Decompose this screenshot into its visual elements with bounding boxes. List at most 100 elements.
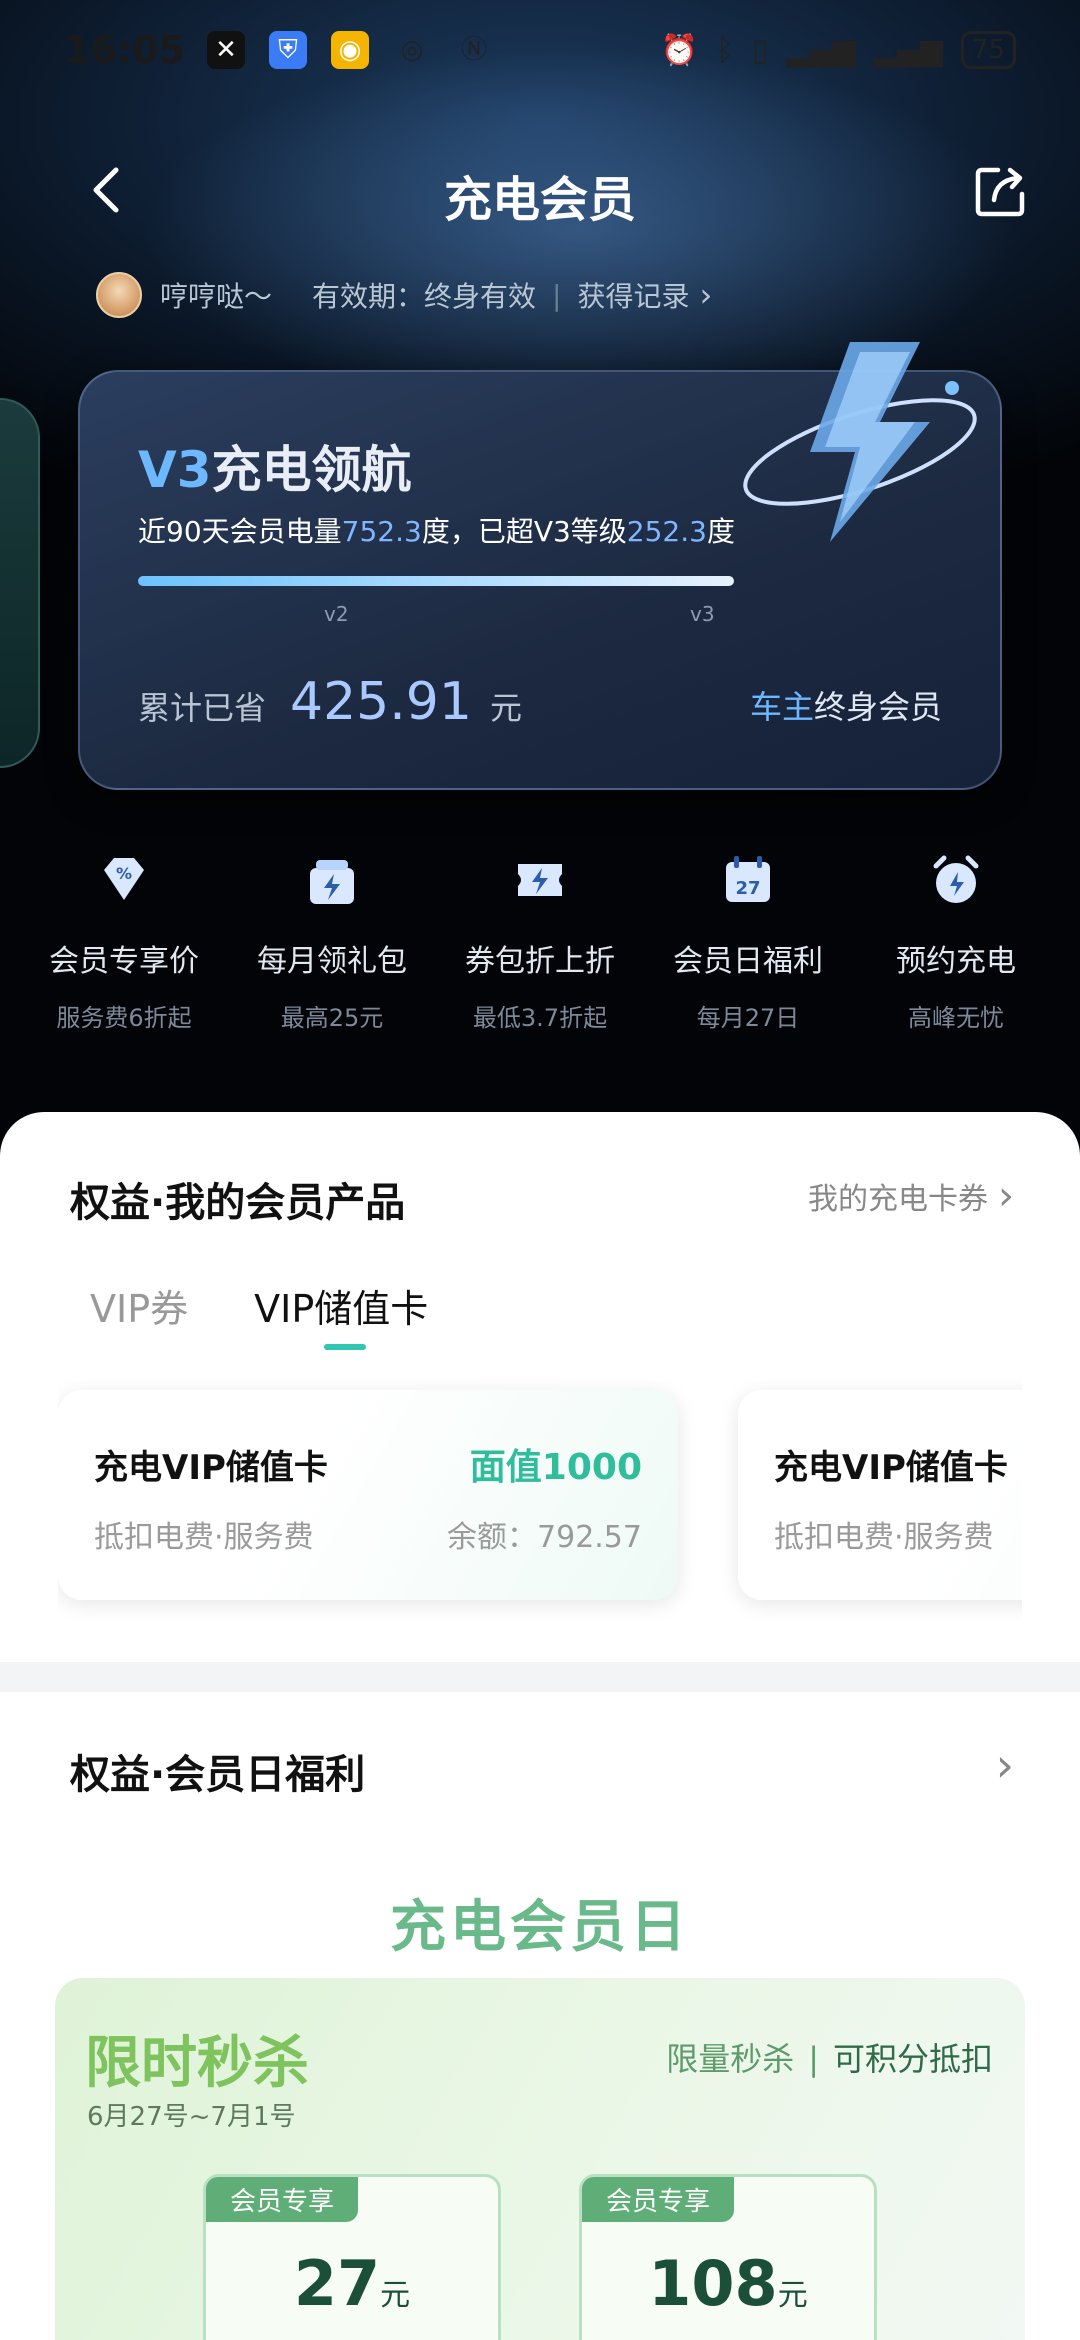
perk-reserve-charging[interactable]: 预约充电 高峰无忧 bbox=[852, 850, 1060, 1033]
battery-indicator: 75 bbox=[960, 31, 1016, 69]
flash-sale-banner[interactable]: 限时秒杀 6月27号~7月1号 限量秒杀 | 可积分抵扣 会员专享 27元 会员专享… bbox=[55, 1978, 1025, 2340]
chevron-right-icon: › bbox=[995, 1738, 1014, 1792]
level-name: 充电领航 bbox=[211, 441, 412, 499]
saved-label: 累计已省 bbox=[138, 689, 267, 727]
lightning-bolt-icon bbox=[743, 342, 977, 542]
perk-member-price[interactable]: % 会员专享价 服务费6折起 bbox=[20, 850, 228, 1033]
perk-title: 每月领礼包 bbox=[257, 944, 407, 979]
promo-tag-b: 可积分抵扣 bbox=[832, 2040, 993, 2078]
stored-card-carousel[interactable]: 充电VIP储值卡 抵扣电费·服务费 面值1000 余额：792.57 充电VIP… bbox=[58, 1380, 1022, 1620]
perk-sub: 每月27日 bbox=[696, 1004, 800, 1032]
vip-level-title: V3充电领航 bbox=[138, 430, 412, 502]
desc-middle: 度，已超V3等级 bbox=[421, 515, 627, 548]
coupon-label: 会员专享 bbox=[582, 2177, 735, 2222]
records-link[interactable]: 获得记录 bbox=[577, 275, 689, 315]
card-name: 充电VIP储值卡 bbox=[94, 1448, 328, 1488]
level-code: V3 bbox=[138, 441, 212, 499]
stored-value-card[interactable]: 充电VIP储值卡 抵扣电费·服务费 面值1000 余额：792.57 bbox=[58, 1390, 678, 1600]
perk-member-day[interactable]: 27 会员日福利 每月27日 bbox=[644, 850, 852, 1033]
weibo-notification-icon: ◉ bbox=[330, 31, 369, 69]
avatar[interactable] bbox=[96, 272, 142, 318]
tick-v2: v2 bbox=[324, 602, 349, 626]
percent-diamond-icon: % bbox=[104, 858, 144, 900]
coupon-bolt-icon bbox=[518, 864, 562, 896]
link-label: 我的充电卡券 bbox=[808, 1182, 988, 1217]
svg-text:%: % bbox=[116, 864, 132, 883]
coupon-unit: 元 bbox=[380, 2278, 411, 2313]
perk-sub: 高峰无忧 bbox=[908, 1004, 1004, 1032]
coupon-price: 108元 bbox=[582, 2247, 874, 2320]
validity-text: 有效期：终身有效 bbox=[312, 280, 537, 313]
vip-power-desc: 近90天会员电量752.3度，已超V3等级252.3度 bbox=[138, 510, 735, 550]
card-face-value: 面值1000 bbox=[469, 1447, 642, 1488]
page-title: 充电会员 bbox=[443, 172, 636, 228]
vip-level-card[interactable]: V3充电领航 近90天会员电量752.3度，已超V3等级252.3度 v2 v3… bbox=[78, 342, 1002, 790]
coupon-price: 27元 bbox=[206, 2247, 498, 2320]
saved-amount: 425.91 bbox=[290, 672, 472, 732]
perk-monthly-gift[interactable]: 每月领礼包 最高25元 bbox=[228, 850, 436, 1033]
user-row: 哼哼哒～ 有效期：终身有效 | 获得记录 › bbox=[96, 270, 712, 320]
desc-over: 252.3 bbox=[626, 515, 707, 548]
tab-vip-coupon[interactable]: VIP券 bbox=[90, 1278, 188, 1333]
status-right: ⏰ ᛒ ▯ ▂▄▆ ▂▄▆ 75 bbox=[661, 31, 1016, 69]
separator-bar: | bbox=[552, 278, 562, 312]
member-coupon[interactable]: 会员专享 108元 bbox=[579, 2174, 877, 2340]
signal-icon-2: ▂▄▆ bbox=[873, 32, 943, 68]
chevron-right-icon: › bbox=[998, 1173, 1014, 1219]
perks-row: % 会员专享价 服务费6折起 每月领礼包 最高25元 券包折上折 最低3.7折起… bbox=[20, 850, 1060, 1033]
perk-title: 预约充电 bbox=[896, 944, 1016, 979]
card-desc: 抵扣电费·服务费 bbox=[94, 1520, 314, 1555]
top-nav: 充电会员 bbox=[0, 130, 1080, 250]
perk-title: 会员专享价 bbox=[49, 944, 199, 979]
member-day-more-link[interactable]: › bbox=[996, 1738, 1014, 1792]
bluetooth-icon: ᛒ bbox=[715, 32, 734, 68]
desc-suffix: 度 bbox=[706, 515, 735, 548]
status-bar: 16:05 ✕ ⛨ ◉ ◎ Ⓝ ⏰ ᛒ ▯ ▂▄▆ ▂▄▆ 75 bbox=[0, 0, 1080, 100]
coupon-amount: 27 bbox=[293, 2247, 381, 2320]
calendar-icon: 27 bbox=[726, 856, 770, 902]
tab-vip-stored-card[interactable]: VIP储值卡 bbox=[254, 1278, 428, 1350]
previous-level-card[interactable] bbox=[0, 398, 40, 768]
shield-notification-icon: ⛨ bbox=[268, 31, 307, 69]
product-tabs: VIP券 VIP储值卡 bbox=[90, 1278, 428, 1350]
perk-sub: 最低3.7折起 bbox=[472, 1004, 608, 1032]
perk-title: 会员日福利 bbox=[673, 944, 823, 979]
promo-tag-a: 限量秒杀 bbox=[666, 2040, 795, 2078]
tick-v3: v3 bbox=[690, 602, 715, 626]
coupon-amount: 108 bbox=[648, 2247, 778, 2320]
content-sheet: 权益·我的会员产品 我的充电卡券 › VIP券 VIP储值卡 充电VIP储值卡 … bbox=[0, 1112, 1080, 2340]
nfc-icon: Ⓝ bbox=[460, 35, 487, 65]
user-name: 哼哼哒～ bbox=[160, 280, 273, 313]
svg-text:27: 27 bbox=[735, 878, 760, 899]
promo-title: 限时秒杀 bbox=[85, 2031, 309, 2096]
card-name: 充电VIP储值卡 bbox=[774, 1448, 1008, 1488]
member-type-a: 车主 bbox=[749, 688, 814, 726]
member-day-section-title: 权益·会员日福利 bbox=[70, 1752, 366, 1798]
vibrate-icon: ▯ bbox=[751, 32, 769, 68]
section-divider bbox=[0, 1662, 1080, 1692]
chevron-right-icon[interactable]: › bbox=[699, 276, 712, 314]
share-icon[interactable] bbox=[970, 162, 1030, 222]
promo-tags: 限量秒杀 | 可积分抵扣 bbox=[666, 2034, 993, 2080]
gift-icon bbox=[310, 860, 354, 904]
saved-unit: 元 bbox=[489, 689, 522, 727]
my-charging-coupons-link[interactable]: 我的充电卡券 › bbox=[808, 1174, 1014, 1218]
member-day-banner-title: 充电会员日 bbox=[390, 1895, 690, 1960]
card-balance: 余额：792.57 bbox=[447, 1520, 642, 1555]
eye-icon: ◎ bbox=[400, 35, 424, 65]
perk-sub: 服务费6折起 bbox=[56, 1004, 192, 1032]
desc-power: 752.3 bbox=[341, 515, 422, 548]
coupon-unit: 元 bbox=[777, 2278, 808, 2313]
desc-prefix: 近90天会员电量 bbox=[138, 515, 342, 548]
member-type-b: 终身会员 bbox=[813, 688, 942, 726]
member-type: 车主终身会员 bbox=[750, 682, 942, 728]
stored-value-card[interactable]: 充电VIP储值卡 抵扣电费·服务费 bbox=[738, 1390, 1022, 1600]
perk-sub: 最高25元 bbox=[280, 1004, 384, 1032]
perk-coupon-discount[interactable]: 券包折上折 最低3.7折起 bbox=[436, 850, 644, 1033]
status-time: 16:05 bbox=[64, 28, 185, 72]
promo-tag-sep: | bbox=[808, 2040, 819, 2078]
saved-amount-row: 累计已省 425.91 元 bbox=[138, 672, 522, 732]
coupon-label: 会员专享 bbox=[206, 2177, 359, 2222]
member-coupon[interactable]: 会员专享 27元 bbox=[203, 2174, 501, 2340]
alarm-icon: ⏰ bbox=[660, 32, 698, 68]
